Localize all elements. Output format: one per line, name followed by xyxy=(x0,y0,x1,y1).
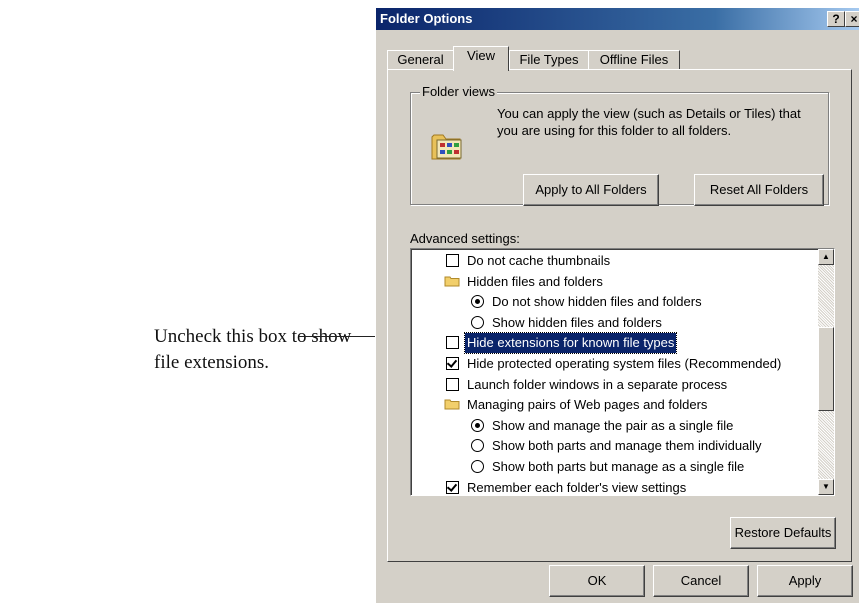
close-button[interactable]: × xyxy=(845,11,859,27)
folder-options-dialog: Folder Options ? × General View File Typ… xyxy=(375,8,859,603)
checkbox-row[interactable]: Launch folder windows in a separate proc… xyxy=(411,375,816,395)
checkbox-icon[interactable] xyxy=(446,254,459,267)
setting-label: Hide protected operating system files (R… xyxy=(467,356,782,371)
radio-row[interactable]: Do not show hidden files and folders xyxy=(411,292,816,312)
tab-offline-files[interactable]: Offline Files xyxy=(588,50,680,71)
cancel-button[interactable]: Cancel xyxy=(653,565,749,597)
radio-row[interactable]: Show hidden files and folders xyxy=(411,313,816,333)
ok-button[interactable]: OK xyxy=(549,565,645,597)
checkbox-row[interactable]: Hide extensions for known file types xyxy=(411,332,816,355)
folder-views-icon xyxy=(431,134,462,160)
folder-category-row[interactable]: Managing pairs of Web pages and folders xyxy=(411,395,816,415)
radio-row[interactable]: Show both parts and manage them individu… xyxy=(411,436,816,456)
vertical-scrollbar[interactable]: ▲ ▼ xyxy=(818,249,834,495)
advanced-settings-label: Advanced settings: xyxy=(410,231,520,246)
radio-row[interactable]: Show and manage the pair as a single fil… xyxy=(411,416,816,436)
radio-selected-icon[interactable] xyxy=(471,295,484,309)
radio-selected-icon[interactable] xyxy=(471,418,484,432)
view-tab-panel: Folder views You can apply the view (suc… xyxy=(387,69,852,562)
checkbox-row[interactable]: Do not cache thumbnails xyxy=(411,251,816,271)
setting-label: Show both parts and manage them individu… xyxy=(492,438,762,454)
setting-label: Managing pairs of Web pages and folders xyxy=(467,397,708,413)
checkbox-icon[interactable] xyxy=(446,336,459,350)
title-bar[interactable]: Folder Options ? × xyxy=(376,8,859,30)
apply-button[interactable]: Apply xyxy=(757,565,853,597)
setting-label: Launch folder windows in a separate proc… xyxy=(467,376,728,392)
folder-views-description: You can apply the view (such as Details … xyxy=(497,106,801,138)
restore-defaults-button[interactable]: Restore Defaults xyxy=(730,517,836,549)
selected-setting-label: Hide extensions for known file types xyxy=(463,332,678,355)
apply-to-all-folders-button[interactable]: Apply to All Folders xyxy=(523,174,659,206)
help-button[interactable]: ? xyxy=(827,11,845,27)
setting-label: Show both parts but manage as a single f… xyxy=(492,459,745,474)
folder-icon xyxy=(444,399,460,410)
checkbox-icon[interactable] xyxy=(446,377,459,391)
radio-icon[interactable] xyxy=(471,439,484,453)
callout-line-1: Uncheck this box to show xyxy=(154,326,352,347)
radio-icon[interactable] xyxy=(471,460,484,473)
setting-label: Do not show hidden files and folders xyxy=(492,294,702,310)
callout-text: Uncheck this box to show file extensions… xyxy=(154,324,354,376)
tab-file-types[interactable]: File Types xyxy=(509,50,589,71)
scroll-up-icon[interactable]: ▲ xyxy=(818,249,834,265)
setting-label: Remember each folder's view settings xyxy=(467,479,687,495)
setting-label: Hidden files and folders xyxy=(467,273,603,289)
radio-row[interactable]: Show both parts but manage as a single f… xyxy=(411,457,816,477)
folder-category-row[interactable]: Hidden files and folders xyxy=(411,272,816,292)
radio-icon[interactable] xyxy=(471,315,484,329)
tab-general[interactable]: General xyxy=(387,50,454,71)
setting-label: Do not cache thumbnails xyxy=(467,253,611,268)
tab-view[interactable]: View xyxy=(453,46,509,71)
setting-label: Show hidden files and folders xyxy=(492,314,662,330)
advanced-settings-list: Do not cache thumbnails Hidden files and … xyxy=(410,248,835,496)
dialog-title: Folder Options xyxy=(380,11,473,26)
scroll-thumb[interactable] xyxy=(818,327,834,411)
checkbox-checked-icon[interactable] xyxy=(446,357,459,370)
callout-line-2: file extensions. xyxy=(154,352,270,373)
checkbox-row[interactable]: Hide protected operating system files (R… xyxy=(411,354,816,374)
checkbox-row[interactable]: Remember each folder's view settings xyxy=(411,478,816,495)
reset-all-folders-button[interactable]: Reset All Folders xyxy=(694,174,824,206)
setting-label: Show and manage the pair as a single fil… xyxy=(492,417,734,433)
folder-views-legend: Folder views xyxy=(420,84,497,99)
scroll-down-icon[interactable]: ▼ xyxy=(818,479,834,495)
folder-views-group: Folder views You can apply the view (suc… xyxy=(410,84,829,206)
checkbox-checked-icon[interactable] xyxy=(446,480,459,494)
folder-icon xyxy=(444,276,460,287)
